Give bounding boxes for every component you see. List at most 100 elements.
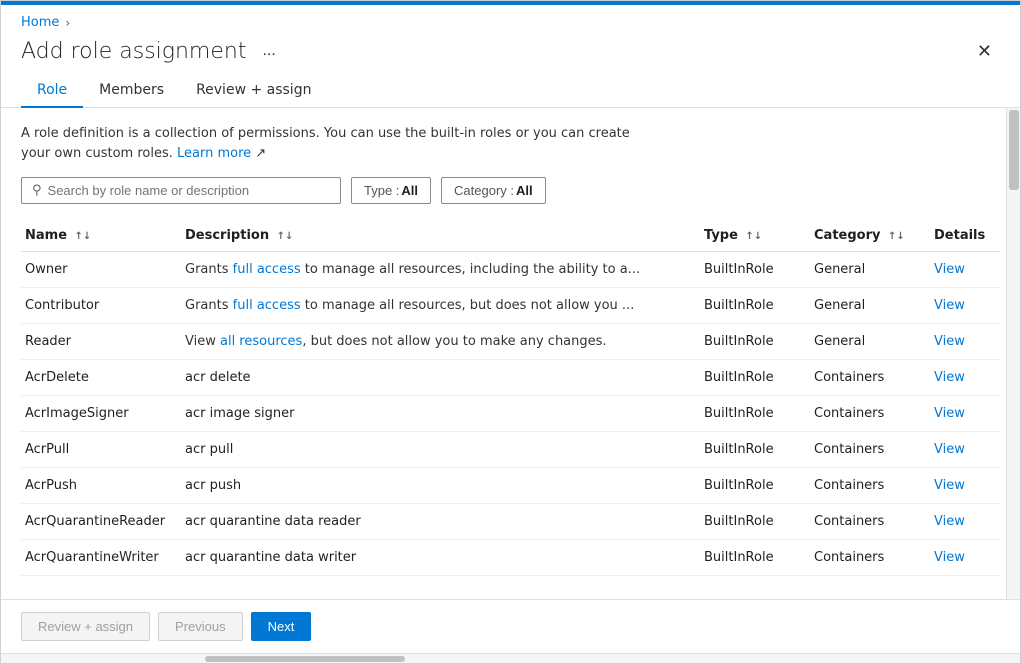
cell-category: Containers [810, 468, 930, 504]
cell-details: View [930, 432, 1000, 468]
cell-name: Reader [21, 324, 181, 360]
cell-details: View [930, 540, 1000, 576]
cell-name: AcrPush [21, 468, 181, 504]
external-link-icon: ↗ [251, 146, 266, 161]
bottom-scrollbar-thumb [205, 656, 405, 662]
tab-review-assign[interactable]: Review + assign [180, 74, 327, 108]
category-filter[interactable]: Category : All [441, 177, 546, 204]
category-sort-icon: ↑↓ [884, 231, 904, 242]
table-row: AcrPushacr pushBuiltInRoleContainers View [21, 468, 1000, 504]
cell-name: AcrImageSigner [21, 396, 181, 432]
table-row: AcrPullacr pullBuiltInRoleContainersView [21, 432, 1000, 468]
table-row: AcrQuarantineWriteracr quarantine data w… [21, 540, 1000, 576]
category-filter-value: All [516, 183, 533, 198]
view-link[interactable]: View [934, 442, 965, 457]
desc-sort-icon: ↑↓ [273, 231, 293, 242]
type-filter[interactable]: Type : All [351, 177, 431, 204]
cell-description: Grants full access to manage all resourc… [181, 252, 700, 288]
main-window: Home › Add role assignment ... ✕ Role Me… [0, 0, 1021, 664]
filter-row: ⚲ Type : All Category : All [21, 177, 1000, 204]
next-button[interactable]: Next [251, 612, 312, 641]
cell-type: BuiltInRole [700, 540, 810, 576]
cell-name: Contributor [21, 288, 181, 324]
cell-name: AcrDelete [21, 360, 181, 396]
cell-type: BuiltInRole [700, 252, 810, 288]
table-row: ContributorGrants full access to manage … [21, 288, 1000, 324]
cell-description: acr quarantine data writer [181, 540, 700, 576]
description-content: A role definition is a collection of per… [21, 126, 630, 161]
cell-category: General [810, 324, 930, 360]
type-sort-icon: ↑↓ [742, 231, 762, 242]
cell-details: View [930, 396, 1000, 432]
cell-description: Grants full access to manage all resourc… [181, 288, 700, 324]
type-filter-label: Type : [364, 183, 399, 198]
cell-category: Containers [810, 396, 930, 432]
cell-type: BuiltInRole [700, 288, 810, 324]
view-link[interactable]: View [934, 262, 965, 277]
view-link[interactable]: View [934, 406, 965, 421]
cell-type: BuiltInRole [700, 468, 810, 504]
col-header-category[interactable]: Category ↑↓ [810, 220, 930, 252]
previous-button[interactable]: Previous [158, 612, 243, 641]
col-header-type[interactable]: Type ↑↓ [700, 220, 810, 252]
breadcrumb-home[interactable]: Home [21, 15, 59, 30]
category-filter-label: Category : [454, 183, 514, 198]
cell-name: AcrQuarantineReader [21, 504, 181, 540]
table-row: ReaderView all resources, but does not a… [21, 324, 1000, 360]
content-area: A role definition is a collection of per… [1, 108, 1020, 599]
cell-category: Containers [810, 360, 930, 396]
cell-type: BuiltInRole [700, 432, 810, 468]
cell-details: View [930, 252, 1000, 288]
view-link[interactable]: View [934, 478, 965, 493]
review-assign-button[interactable]: Review + assign [21, 612, 150, 641]
cell-description: View all resources, but does not allow y… [181, 324, 700, 360]
cell-category: Containers [810, 432, 930, 468]
view-link[interactable]: View [934, 298, 965, 313]
tab-members[interactable]: Members [83, 74, 180, 108]
cell-category: Containers [810, 540, 930, 576]
cell-description: acr quarantine data reader [181, 504, 700, 540]
cell-category: General [810, 288, 930, 324]
cell-details: View [930, 504, 1000, 540]
table-row: AcrDeleteacr deleteBuiltInRoleContainers… [21, 360, 1000, 396]
cell-name: Owner [21, 252, 181, 288]
cell-type: BuiltInRole [700, 324, 810, 360]
col-header-name[interactable]: Name ↑↓ [21, 220, 181, 252]
tab-role[interactable]: Role [21, 74, 83, 108]
cell-type: BuiltInRole [700, 396, 810, 432]
search-input[interactable] [48, 183, 330, 198]
description-text: A role definition is a collection of per… [21, 124, 641, 163]
cell-details: View [930, 324, 1000, 360]
cell-description: acr image signer [181, 396, 700, 432]
type-filter-value: All [401, 183, 418, 198]
right-scrollbar[interactable] [1006, 108, 1020, 599]
search-box[interactable]: ⚲ [21, 177, 341, 204]
view-link[interactable]: View [934, 550, 965, 565]
cell-name: AcrQuarantineWriter [21, 540, 181, 576]
cell-description: acr pull [181, 432, 700, 468]
cell-category: General [810, 252, 930, 288]
close-button[interactable]: ✕ [969, 38, 1000, 64]
cell-details: View [930, 468, 1000, 504]
table-row: AcrQuarantineReaderacr quarantine data r… [21, 504, 1000, 540]
cell-description: acr delete [181, 360, 700, 396]
col-header-details: Details [930, 220, 1000, 252]
view-link[interactable]: View [934, 370, 965, 385]
roles-table-container: Name ↑↓ Description ↑↓ Type ↑↓ Category … [21, 220, 1000, 576]
breadcrumb: Home › [1, 5, 1020, 34]
search-icon: ⚲ [32, 183, 42, 198]
view-link[interactable]: View [934, 334, 965, 349]
col-header-description[interactable]: Description ↑↓ [181, 220, 700, 252]
view-link[interactable]: View [934, 514, 965, 529]
bottom-scrollbar[interactable] [1, 653, 1020, 663]
cell-category: Containers [810, 504, 930, 540]
tabs-bar: Role Members Review + assign [1, 74, 1020, 108]
name-sort-icon: ↑↓ [71, 231, 91, 242]
breadcrumb-separator: › [65, 16, 70, 30]
cell-description: acr push [181, 468, 700, 504]
learn-more-link[interactable]: Learn more [177, 146, 251, 161]
cell-type: BuiltInRole [700, 504, 810, 540]
cell-type: BuiltInRole [700, 360, 810, 396]
page-title: Add role assignment [21, 39, 246, 64]
ellipsis-button[interactable]: ... [256, 40, 281, 62]
